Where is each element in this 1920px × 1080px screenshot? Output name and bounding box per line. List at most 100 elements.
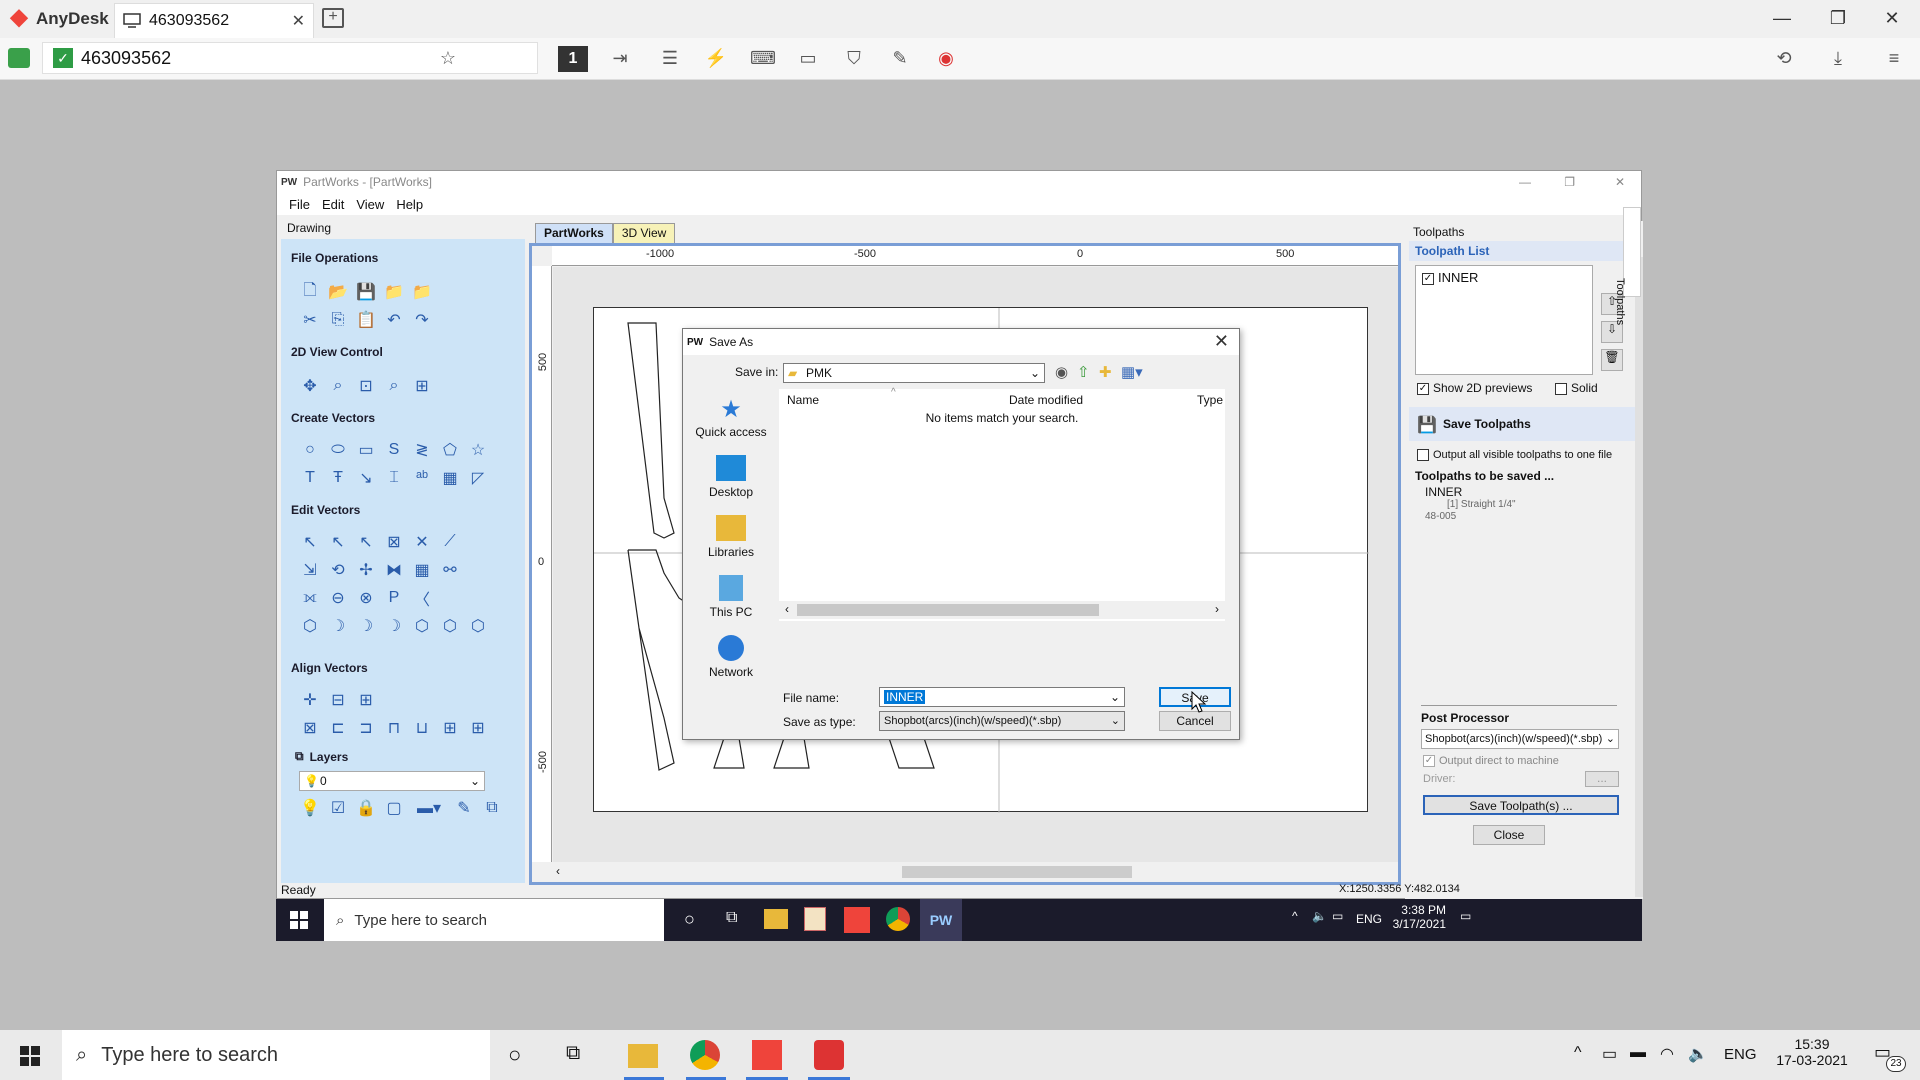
start-icon[interactable] [20,1046,40,1066]
save-in-select[interactable]: ▰ PMK ⌄ [783,363,1045,383]
scroll-right-icon[interactable]: › [1215,602,1219,616]
layer-checkbox-icon[interactable]: ☑ [327,797,349,819]
tab-3d-view[interactable]: 3D View [612,223,676,243]
star-icon[interactable]: ☆ [467,439,489,461]
new-file-icon[interactable]: 🗋 [299,281,321,303]
align-right-icon[interactable]: ⊐ [355,717,377,739]
new-folder-icon[interactable]: ✚ [1099,363,1112,381]
file-name-input[interactable]: INNER ⌄ [879,687,1125,707]
center-icon[interactable]: ✛ [299,689,321,711]
align-bottom-icon[interactable]: ⊔ [411,717,433,739]
join-icon[interactable]: ⚯ [439,559,461,581]
import-icon[interactable]: 📁 [383,281,405,303]
import-bitmap-icon[interactable]: 📁 [411,281,433,303]
dogbone-icon[interactable]: ⬡ [439,615,461,637]
zoom-selected-icon[interactable]: ⌕ [383,375,405,397]
array-icon[interactable]: ▦ [439,467,461,489]
menu-file[interactable]: File [289,197,310,212]
close-panel-button[interactable]: Close [1473,825,1545,845]
horizontal-scrollbar[interactable]: ‹ [552,862,1398,882]
align-h-center-icon[interactable]: ⊟ [327,689,349,711]
size-icon[interactable]: ⊠ [383,531,405,553]
align-v-center-icon[interactable]: ⊞ [355,689,377,711]
ellipse-icon[interactable]: ⬭ [327,439,349,461]
remote-lang[interactable]: ENG [1356,912,1382,926]
rectangle-icon[interactable]: ▭ [355,439,377,461]
remote-start-icon[interactable] [290,911,308,929]
task-view-icon[interactable]: ⧉ [726,909,737,927]
privacy-icon[interactable]: ⛉ [842,48,866,70]
volume-icon[interactable]: 🔈 [1688,1044,1708,1064]
layer-manager-icon[interactable]: ⧉ [481,797,503,819]
paste-icon[interactable]: 📋 [355,309,377,331]
smooth-icon[interactable]: ⬡ [299,615,321,637]
file-transfer-icon[interactable]: ⇥ [608,48,632,70]
toolpaths-side-tab[interactable]: Toolpaths [1614,207,1641,325]
mirror-icon[interactable]: ⧓ [383,559,405,581]
space-v-icon[interactable]: ⊞ [467,717,489,739]
transform-icon[interactable]: ↖ [355,531,377,553]
menu-icon[interactable]: ≡ [1882,48,1906,70]
task-view-icon[interactable]: ⧉ [566,1042,580,1065]
permissions-icon[interactable]: ☆ [436,48,460,70]
fillet-icon[interactable]: ⟋ [439,531,461,553]
meet-now-icon[interactable]: ▭ [1602,1044,1617,1064]
battery-icon[interactable]: ▬ [1630,1044,1646,1062]
col-date[interactable]: Date modified [1009,393,1083,407]
col-type[interactable]: Type [1197,393,1223,407]
anydesk-icon[interactable] [752,1040,782,1070]
layer-visible-icon[interactable]: 💡 [299,797,321,819]
bezier-icon[interactable]: ☽ [355,615,377,637]
record-icon[interactable]: ◉ [934,48,958,70]
chat-icon[interactable]: ☰ [658,48,682,70]
line-icon[interactable]: ☽ [383,615,405,637]
zoom-icon[interactable]: ⌕ [327,375,349,397]
align-center-icon[interactable]: ⊠ [299,717,321,739]
text-layout-icon[interactable]: ⌶ [383,467,405,489]
text-spacing-icon[interactable]: ᵃᵇ [411,467,433,489]
network-icon[interactable]: ▭ [1332,909,1343,923]
tray-chevron-icon[interactable]: ^ [1292,909,1298,923]
undo-icon[interactable]: ↶ [383,309,405,331]
place-this-pc[interactable]: This PC [693,575,769,619]
circle-icon[interactable]: ○ [299,439,321,461]
polygon-icon[interactable]: ⬠ [439,439,461,461]
copy-icon[interactable]: ⎘ [327,309,349,331]
offset-icon[interactable]: ≷ [411,439,433,461]
redo-icon[interactable]: ↷ [411,309,433,331]
subtract-icon[interactable]: ⊖ [327,587,349,609]
text-on-curve-icon[interactable]: ↘ [355,467,377,489]
remote-notification-icon[interactable]: ▭ [1460,909,1471,923]
save-type-select[interactable]: Shopbot(arcs)(inch)(w/speed)(*.sbp) ⌄ [879,711,1125,731]
taskbar-clock[interactable]: 15:39 17-03-2021 [1772,1036,1852,1068]
file-list[interactable]: Name ^ Date modified Type No items match… [779,387,1225,621]
file-explorer-icon[interactable] [628,1044,658,1068]
anydesk-icon[interactable] [844,907,870,933]
post-processor-select[interactable]: Shopbot(arcs)(inch)(w/speed)(*.sbp) ⌄ [1421,729,1619,749]
scroll-thumb[interactable] [797,604,1099,616]
session-tab[interactable]: 463093562 ✕ [114,3,314,38]
place-desktop[interactable]: Desktop [693,455,769,499]
download-icon[interactable]: ⤓ [1826,48,1850,70]
show-2d-previews-option[interactable]: ✓ Show 2D previews [1417,381,1532,395]
select-icon[interactable]: ↖ [299,531,321,553]
close-vector-icon[interactable]: ⬡ [467,615,489,637]
output-all-option[interactable]: Output all visible toolpaths to one file [1417,449,1612,462]
nest-icon[interactable]: ◸ [467,467,489,489]
close-window-button[interactable]: ✕ [1880,8,1904,29]
tab-partworks[interactable]: PartWorks [535,223,613,243]
space-h-icon[interactable]: ⊞ [439,717,461,739]
pw-minimize-button[interactable]: — [1519,175,1531,189]
curve-fit-icon[interactable]: 〈 [411,587,433,609]
wifi-icon[interactable]: ◠ [1660,1044,1674,1064]
layer-color-icon[interactable]: ▢ [383,797,405,819]
keyboard-icon[interactable]: ⌨ [750,48,776,70]
maximize-button[interactable]: ❐ [1826,8,1850,29]
trim-icon[interactable]: ✕ [411,531,433,553]
grid-icon[interactable]: ▦ [411,559,433,581]
zoom-all-icon[interactable]: ⊡ [355,375,377,397]
toolpath-list[interactable]: ✓ INNER [1415,265,1593,375]
layer-lock-icon[interactable]: 🔒 [355,797,377,819]
align-left-icon[interactable]: ⊏ [327,717,349,739]
scroll-left-icon[interactable]: ‹ [785,602,789,616]
